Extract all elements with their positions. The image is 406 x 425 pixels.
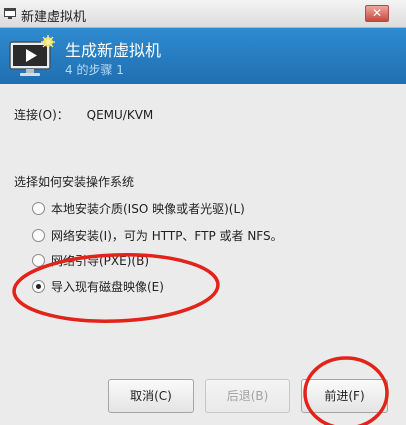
cancel-button[interactable]: 取消(C) [108,379,194,413]
monitor-play-icon [9,35,55,76]
window-title: 新建虚拟机 [21,10,87,25]
window-titlebar: 新建虚拟机 ✕ [0,0,406,28]
option-network-boot[interactable]: 网络引导(PXE)(B) [32,251,149,269]
forward-button[interactable]: 前进(F) [301,379,388,413]
option-local-media[interactable]: 本地安装介质(ISO 映像或者光驱)(L) [32,199,245,217]
option-label: 网络安装(I)，可为 HTTP、FTP 或者 NFS。 [51,228,283,243]
install-question: 选择如何安装操作系统 [14,175,135,189]
option-import-disk[interactable]: 导入现有磁盘映像(E) [32,277,164,295]
radio-button[interactable] [32,228,45,242]
header-banner: 生成新虚拟机 4 的步骤 1 [0,28,406,84]
banner-heading: 生成新虚拟机 [65,41,162,60]
window-icon [4,8,16,19]
back-button[interactable]: 后退(B) [205,379,290,413]
connection-row: 连接(O)： QEMU/KVM [14,106,153,123]
connection-value: QEMU/KVM [86,108,154,122]
step-indicator: 4 的步骤 1 [65,63,124,77]
option-label: 本地安装介质(ISO 映像或者光驱)(L) [51,201,245,216]
option-label: 导入现有磁盘映像(E) [51,279,164,294]
close-icon: ✕ [371,6,383,20]
connection-label: 连接(O)： [14,108,69,122]
close-button[interactable]: ✕ [365,5,389,22]
radio-button[interactable] [32,201,45,215]
radio-button-selected[interactable] [32,279,45,293]
radio-button[interactable] [32,253,45,267]
option-network-install[interactable]: 网络安装(I)，可为 HTTP、FTP 或者 NFS。 [32,226,283,244]
option-label: 网络引导(PXE)(B) [51,253,149,268]
